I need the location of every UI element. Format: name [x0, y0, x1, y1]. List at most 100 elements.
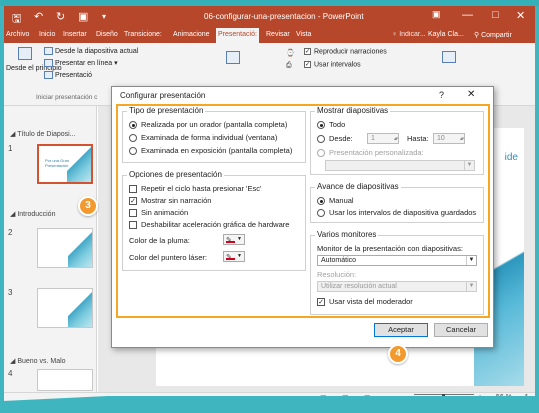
close-window-button[interactable]: ✕ [516, 9, 525, 22]
monitor-select[interactable]: Automático ▼ [317, 255, 477, 266]
radio-manual[interactable]: Manual [317, 196, 354, 206]
radio-intervalos[interactable]: Usar los intervalos de diapositiva guard… [317, 208, 477, 218]
desde-spinner[interactable]: 1 [367, 133, 399, 144]
aceptar-button[interactable]: Aceptar [374, 323, 428, 337]
section-bueno-malo-label: Bueno vs. Malo [17, 358, 66, 365]
thumbnail-design [68, 289, 92, 327]
menu-tabs: Archivo Inicio Insertar Diseño Transicio… [4, 28, 535, 43]
radio-indicator [317, 121, 325, 130]
opciones-presentacion-group: Opciones de presentación Repetir el cicl… [122, 170, 306, 271]
checkbox-box [129, 221, 137, 230]
cancelar-button[interactable]: Cancelar [434, 323, 488, 337]
color-swatch [226, 258, 235, 260]
chevron-down-icon: ▼ [466, 282, 476, 291]
section-bueno-malo[interactable]: ◢ Bueno vs. Malo [10, 357, 66, 365]
monitor-select-value: Automático [321, 257, 357, 264]
slide-thumbnail-3[interactable] [37, 288, 93, 328]
step-badge-3: 3 [78, 196, 98, 216]
presentacion-personalizada-label: Presentació [55, 71, 92, 79]
thumbnail-design [68, 229, 92, 267]
personalizada-select[interactable]: ▼ [325, 160, 475, 171]
step-badge-4: 4 [388, 344, 408, 364]
tab-inicio[interactable]: Inicio [39, 31, 55, 38]
mostrar-diapositivas-title: Mostrar diapositivas [315, 106, 391, 115]
checkbox-sin-animacion[interactable]: Sin animación [129, 208, 188, 218]
radio-personalizada-label: Presentación personalizada: [329, 148, 424, 157]
rehearse-icon[interactable]: ⌚ [286, 49, 295, 57]
resolucion-select-value: Utilizar resolución actual [321, 283, 397, 290]
monitor-label: Monitor de la presentación con diapositi… [317, 244, 463, 253]
tab-archivo[interactable]: Archivo [6, 31, 29, 38]
hasta-spinner[interactable]: 10 [433, 133, 465, 144]
slide-number-1: 1 [8, 144, 13, 153]
record-icon[interactable]: ⎙ [286, 62, 292, 70]
color-pluma-button[interactable]: ✎▼ [223, 234, 245, 245]
radio-indicator [317, 209, 325, 218]
radio-indicator [317, 149, 325, 158]
radio-individual[interactable]: Examinada de forma individual (ventana) [129, 133, 277, 143]
color-swatch [226, 241, 235, 243]
help-button[interactable]: ? [439, 90, 444, 100]
user-account[interactable]: Kayla Cla... [428, 31, 464, 38]
radio-personalizada[interactable]: Presentación personalizada: [317, 148, 424, 158]
ribbon-display-icon[interactable]: ▣ [432, 9, 441, 20]
setup-slideshow-icon[interactable] [226, 51, 242, 64]
checkbox-deshabilitar-aceleracion[interactable]: Deshabilitar aceleración gráfica de hard… [129, 220, 289, 230]
checkbox-box: ✓ [129, 197, 137, 206]
minimize-button[interactable]: — [462, 9, 473, 21]
dialog-close-button[interactable]: ✕ [467, 89, 475, 100]
presentacion-personalizada-button[interactable]: Presentació [44, 71, 92, 79]
resolucion-select[interactable]: Utilizar resolución actual ▼ [317, 281, 477, 292]
radio-intervalos-label: Usar los intervalos de diapositiva guard… [329, 208, 477, 217]
section-introduccion[interactable]: ◢ Introducción [10, 210, 55, 218]
checkbox-vista-moderador[interactable]: ✓ Usar vista del moderador [317, 297, 413, 307]
checkbox-sin-narracion[interactable]: ✓ Mostrar sin narración [129, 196, 211, 206]
radio-indicator [129, 121, 137, 130]
ribbon-group-label: Iniciar presentación c [36, 94, 98, 101]
slideshow-start-icon [18, 47, 34, 60]
section-titulo-label: Título de Diaposi... [17, 131, 76, 138]
tab-presentacion[interactable]: Presentació: [216, 28, 259, 43]
tell-me-search[interactable]: ♀ Indicar... [392, 31, 426, 38]
monitor-icon[interactable] [442, 51, 458, 63]
save-icon[interactable]: 🖫 [12, 10, 21, 29]
configurar-presentacion-dialog: Configurar presentación ? ✕ Tipo de pres… [111, 86, 494, 348]
chevron-down-icon: ▼ [466, 256, 476, 265]
tipo-presentacion-title: Tipo de presentación [127, 106, 206, 115]
reproducir-narraciones-checkbox[interactable]: ✓ Reproducir narraciones [304, 48, 387, 55]
usar-intervalos-label: Usar intervalos [314, 61, 361, 69]
radio-desde[interactable]: Desde: [317, 134, 353, 144]
thumbnail-design [67, 146, 91, 182]
presentar-linea-button[interactable]: Presentar en línea ▾ [44, 59, 118, 68]
tab-revisar[interactable]: Revisar [266, 31, 290, 38]
section-titulo[interactable]: ◢ Título de Diaposi... [10, 130, 76, 138]
tab-vista[interactable]: Vista [296, 31, 311, 38]
varios-monitores-group: Varios monitores Monitor de la presentac… [310, 230, 484, 315]
start-slideshow-icon[interactable]: ▣ [78, 10, 88, 23]
radio-indicator [129, 134, 137, 143]
slide-thumbnail-1[interactable]: Por una Gran Presentación [37, 144, 93, 184]
desde-actual-button[interactable]: Desde la diapositiva actual [44, 47, 138, 55]
radio-desde-label: Desde: [329, 134, 353, 143]
reproducir-narraciones-label: Reproducir narraciones [314, 48, 387, 56]
radio-indicator [317, 135, 325, 144]
undo-icon[interactable]: ↶ [34, 10, 43, 23]
radio-exposicion[interactable]: Examinada en exposición (pantalla comple… [129, 146, 292, 156]
customize-toolbar-icon[interactable]: ▾ [102, 12, 106, 21]
slide-thumbnail-4[interactable] [37, 369, 93, 391]
tab-insertar[interactable]: Insertar [63, 31, 87, 38]
tab-transiciones[interactable]: Transicione: [124, 31, 162, 38]
checkbox-repetir[interactable]: Repetir el ciclo hasta presionar 'Esc' [129, 184, 261, 194]
title-bar: 🖫 ↶ ↻ ▣ ▾ 06-configurar-una-presentacion… [4, 6, 535, 28]
color-puntero-button[interactable]: ✎▼ [223, 251, 245, 262]
tab-animaciones[interactable]: Animacione [173, 31, 210, 38]
slide-thumbnail-2[interactable] [37, 228, 93, 268]
radio-todo[interactable]: Todo [317, 120, 345, 130]
redo-icon[interactable]: ↻ [56, 10, 65, 23]
usar-intervalos-checkbox[interactable]: ✓ Usar intervalos [304, 61, 361, 68]
radio-orador[interactable]: Realizada por un orador (pantalla comple… [129, 120, 287, 130]
tab-diseno[interactable]: Diseño [96, 31, 118, 38]
resolucion-label: Resolución: [317, 270, 357, 279]
maximize-button[interactable]: □ [492, 9, 499, 21]
share-button[interactable]: ⚲ Compartir [474, 31, 512, 39]
